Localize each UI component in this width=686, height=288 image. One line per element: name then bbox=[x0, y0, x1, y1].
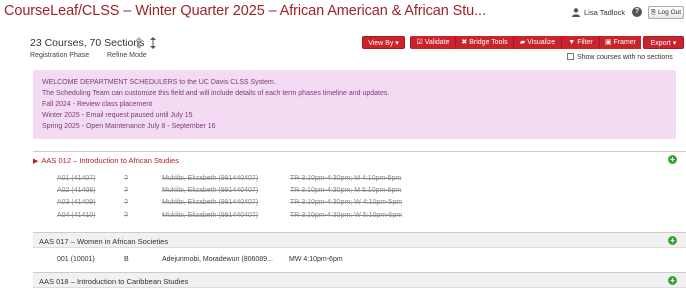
section-instructor: Adejunmobi, Moradewun (806089... bbox=[162, 256, 273, 263]
bridge-tools-button[interactable]: ✖ Bridge Tools bbox=[456, 36, 514, 49]
show-no-sections-label: Show courses with no sections bbox=[577, 54, 673, 61]
section-number: A03 (41409) bbox=[57, 199, 96, 206]
help-icon[interactable]: ? bbox=[632, 7, 642, 17]
section-row[interactable]: 001 (10001) B Adejunmobi, Moradewun (806… bbox=[33, 256, 686, 268]
add-section-icon[interactable]: + bbox=[668, 155, 677, 164]
notice-line: WELCOME DEPARTMENT SCHEDULERS to the UC … bbox=[42, 79, 276, 86]
course-title[interactable]: AAS 017 – Women in African Societies bbox=[39, 237, 168, 246]
framer-button[interactable]: ▣ Framer bbox=[600, 36, 641, 49]
notice-line: Spring 2025 - Open Maintenance July 8 - … bbox=[42, 123, 216, 130]
filter-label: Filter bbox=[577, 39, 593, 46]
section-type: B bbox=[124, 256, 129, 263]
export-button[interactable]: Export ▾ bbox=[643, 36, 684, 49]
caret-right-icon: ▶ bbox=[33, 158, 39, 165]
visualize-button[interactable]: ▰ Visualize bbox=[514, 36, 562, 49]
filter-button[interactable]: ▼ Filter bbox=[562, 36, 600, 49]
framer-icon: ▣ bbox=[604, 39, 612, 46]
course-header[interactable]: AAS 018 – Introduction to Caribbean Stud… bbox=[33, 272, 686, 288]
notice-line: The Scheduling Team can customize this f… bbox=[42, 90, 390, 97]
section-number: A01 (41407) bbox=[57, 175, 96, 182]
section-number: 001 (10001) bbox=[57, 256, 95, 263]
notice-line: Winter 2025 - Email request paused until… bbox=[42, 112, 193, 119]
section-type: ? bbox=[124, 175, 128, 182]
section-time: TR 3:10pm-4:30pm; W 5:10pm-6pm bbox=[290, 212, 403, 219]
user-name: Lisa Tadlock bbox=[584, 8, 626, 17]
section-instructor: Muklibi, Elizabeth (991440407) bbox=[162, 187, 259, 194]
course-title[interactable]: AAS 018 – Introduction to Caribbean Stud… bbox=[39, 277, 188, 286]
chart-icon: ▰ bbox=[519, 39, 526, 46]
welcome-notice: WELCOME DEPARTMENT SCHEDULERS to the UC … bbox=[33, 70, 676, 139]
course-title[interactable]: ▶ AAS 012 – Introduction to African Studi… bbox=[33, 156, 179, 165]
phase-label: Registration Phase bbox=[30, 52, 90, 59]
tools-icon: ✖ bbox=[461, 39, 468, 46]
section-instructor: Muklibi, Elizabeth (991440407) bbox=[162, 199, 259, 206]
visualize-label: Visualize bbox=[527, 39, 556, 46]
section-type: ? bbox=[124, 212, 128, 219]
validate-icon: ☑ bbox=[416, 39, 423, 46]
section-time: MW 4:10pm-6pm bbox=[289, 256, 343, 263]
section-time: TR 3:10pm-4:30pm; M 4:10pm-5pm bbox=[290, 175, 402, 182]
validate-button[interactable]: ☑ Validate bbox=[411, 36, 456, 49]
course-section-counts: 23 Courses, 70 Sections bbox=[30, 37, 145, 49]
course-header[interactable]: AAS 017 – Women in African Societies + bbox=[33, 232, 686, 248]
show-no-sections-option[interactable]: Show courses with no sections bbox=[567, 53, 673, 61]
page-title: CourseLeaf/CLSS – Winter Quarter 2025 – … bbox=[4, 3, 486, 19]
section-type: ? bbox=[124, 187, 128, 194]
app-header: CourseLeaf/CLSS – Winter Quarter 2025 – … bbox=[0, 0, 686, 24]
expand-collapse-icon[interactable] bbox=[136, 37, 142, 49]
section-instructor: Muklibi, Elizabeth (991440407) bbox=[162, 175, 259, 182]
section-time: TR 3:10pm-4:30pm; M 5:10pm-6pm bbox=[290, 187, 402, 194]
section-row[interactable]: A03 (41409) ? Muklibi, Elizabeth (991440… bbox=[33, 199, 686, 211]
section-number: A02 (41408) bbox=[57, 187, 96, 194]
course-title-text: AAS 012 – Introduction to African Studie… bbox=[41, 156, 179, 165]
course-header[interactable]: ▶ AAS 012 – Introduction to African Studi… bbox=[33, 151, 686, 167]
section-row[interactable]: A01 (41407) ? Muklibi, Elizabeth (991440… bbox=[33, 175, 686, 187]
section-row[interactable]: A04 (41410) ? Muklibi, Elizabeth (991440… bbox=[33, 212, 686, 224]
section-row[interactable]: A02 (41408) ? Muklibi, Elizabeth (991440… bbox=[33, 187, 686, 199]
view-by-button[interactable]: View By ▾ bbox=[362, 36, 405, 49]
user-icon bbox=[572, 8, 580, 17]
logout-icon: ⎘ bbox=[650, 9, 657, 16]
framer-label: Framer bbox=[613, 39, 637, 46]
show-no-sections-checkbox[interactable] bbox=[567, 53, 574, 60]
bridge-tools-label: Bridge Tools bbox=[469, 39, 508, 46]
add-section-icon[interactable]: + bbox=[668, 236, 677, 245]
toolbar-group: ☑ Validate ✖ Bridge Tools ▰ Visualize ▼ Filt… bbox=[410, 36, 641, 49]
add-section-icon[interactable]: + bbox=[668, 276, 677, 285]
section-number: A04 (41410) bbox=[57, 212, 96, 219]
logout-label: Log Out bbox=[657, 9, 682, 16]
section-type: ? bbox=[124, 199, 128, 206]
filter-icon: ▼ bbox=[568, 39, 576, 46]
section-instructor: Muklibi, Elizabeth (991440407) bbox=[162, 212, 259, 219]
mode-label: Refine Mode bbox=[107, 52, 147, 59]
notice-line: Fall 2024 - Review class placement bbox=[42, 101, 153, 108]
sort-icon[interactable] bbox=[150, 37, 156, 49]
section-time: TR 3:10pm-4:30pm; W 4:10pm-5pm bbox=[290, 199, 403, 206]
logout-button[interactable]: ⎘ Log Out bbox=[648, 6, 684, 19]
validate-label: Validate bbox=[424, 39, 450, 46]
